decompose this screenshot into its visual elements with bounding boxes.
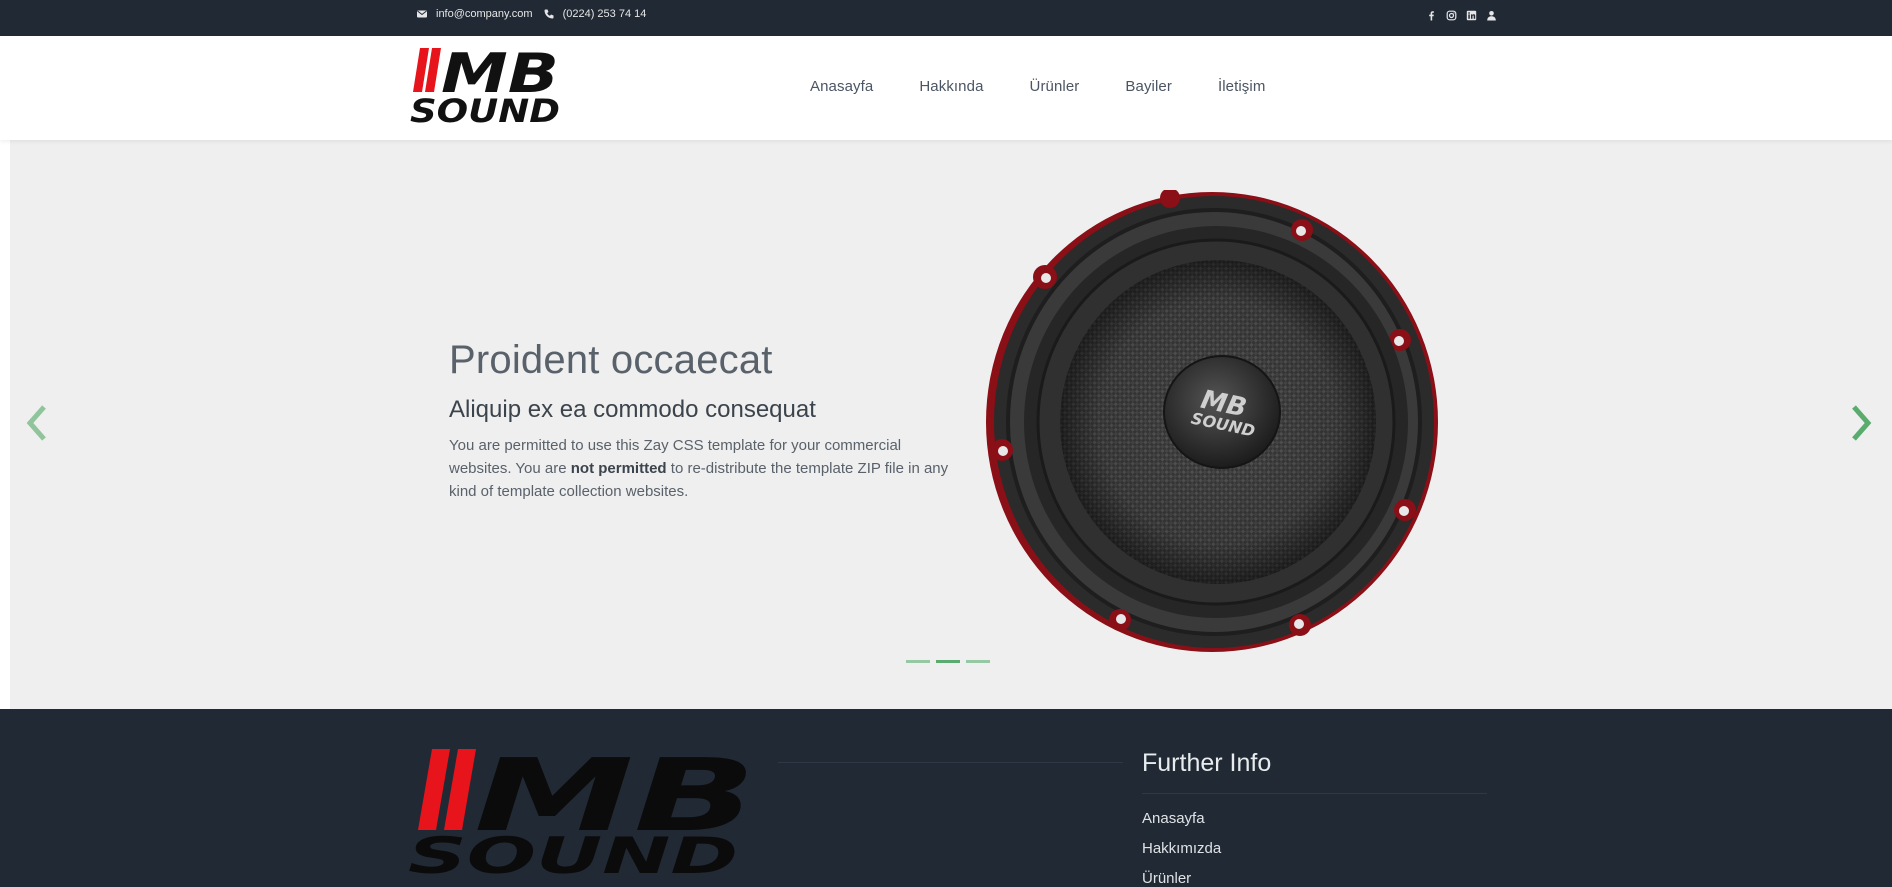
main-nav: Anasayfa Hakkında Ürünler Bayiler İletiş… bbox=[810, 78, 1265, 95]
carousel-indicator-3[interactable] bbox=[966, 660, 990, 663]
carousel-indicator-1[interactable] bbox=[906, 660, 930, 663]
carousel-indicator-2[interactable] bbox=[936, 660, 960, 663]
hero-subtitle: Aliquip ex ea commodo consequat bbox=[449, 396, 816, 423]
contact-info: info@company.com (0224) 253 74 14 bbox=[416, 0, 656, 28]
footer-mb-sound-logo: MB SOUND bbox=[408, 747, 756, 879]
svg-text:SOUND: SOUND bbox=[408, 827, 738, 879]
hero-description: You are permitted to use this Zay CSS te… bbox=[449, 434, 949, 503]
hero-title: Proident occaecat bbox=[449, 338, 773, 382]
carousel-indicators bbox=[906, 660, 990, 663]
footer-divider bbox=[778, 762, 1123, 763]
social-links bbox=[1426, 8, 1497, 21]
footer-link-hakkimizda[interactable]: Hakkımızda bbox=[1142, 839, 1221, 869]
nav-urunler[interactable]: Ürünler bbox=[1030, 78, 1080, 95]
top-bar: info@company.com (0224) 253 74 14 bbox=[0, 0, 1892, 36]
footer-link-urunler[interactable]: Ürünler bbox=[1142, 869, 1221, 887]
phone-icon bbox=[544, 9, 554, 19]
facebook-icon[interactable] bbox=[1426, 8, 1437, 21]
site-header: MB SOUND Anasayfa Hakkında Ürünler Bayil… bbox=[0, 36, 1892, 140]
mb-sound-logo[interactable]: MB SOUND bbox=[410, 46, 562, 124]
user-icon[interactable] bbox=[1486, 8, 1497, 21]
further-info-divider bbox=[1142, 793, 1487, 794]
site-footer: MB SOUND Further Info Anasayfa Hakkımızd… bbox=[0, 709, 1892, 887]
svg-text:SOUND: SOUND bbox=[410, 92, 560, 124]
nav-anasayfa[interactable]: Anasayfa bbox=[810, 78, 873, 95]
carousel-prev-arrow-icon[interactable] bbox=[22, 402, 52, 444]
phone-text: (0224) 253 74 14 bbox=[562, 8, 647, 20]
footer-link-anasayfa[interactable]: Anasayfa bbox=[1142, 809, 1221, 839]
speaker-image: MB SOUND bbox=[986, 190, 1438, 652]
envelope-icon bbox=[417, 10, 427, 18]
footer-links: Anasayfa Hakkımızda Ürünler bbox=[1142, 809, 1221, 887]
linkedin-icon[interactable] bbox=[1466, 8, 1477, 21]
instagram-icon[interactable] bbox=[1446, 8, 1457, 21]
nav-hakkinda[interactable]: Hakkında bbox=[919, 78, 983, 95]
hero-carousel: Proident occaecat Aliquip ex ea commodo … bbox=[10, 140, 1892, 709]
further-info-title: Further Info bbox=[1142, 749, 1272, 777]
nav-bayiler[interactable]: Bayiler bbox=[1125, 78, 1172, 95]
hero-text: Proident occaecat Aliquip ex ea commodo … bbox=[449, 338, 969, 503]
email-link[interactable]: info@company.com bbox=[416, 8, 533, 20]
phone-link[interactable]: (0224) 253 74 14 bbox=[543, 8, 647, 20]
email-text: info@company.com bbox=[436, 8, 533, 20]
hero-desc-bold: not permitted bbox=[570, 460, 667, 477]
nav-iletisim[interactable]: İletişim bbox=[1218, 78, 1265, 95]
carousel-next-arrow-icon[interactable] bbox=[1846, 402, 1876, 444]
